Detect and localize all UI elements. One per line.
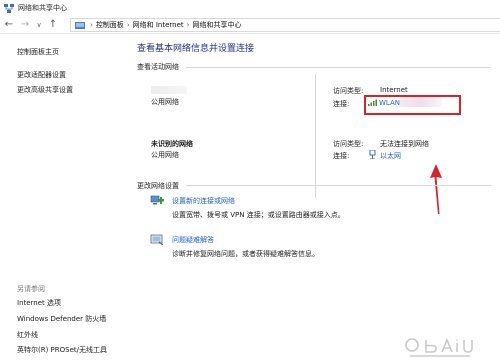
sidebar-link-control-panel-home[interactable]: 控制面板主页 bbox=[17, 47, 59, 57]
access-type-value: Internet bbox=[380, 86, 408, 94]
access-type-value: 无法连接到网络 bbox=[380, 140, 429, 148]
setup-new-connection-desc: 设置宽带、拨号或 VPN 连接；或设置路由器或接入点。 bbox=[172, 211, 345, 219]
troubleshoot-link[interactable]: 问题疑难解答 bbox=[172, 235, 214, 245]
annotation-arrow-icon bbox=[430, 164, 442, 214]
breadcrumb-separator-icon: › bbox=[126, 21, 130, 29]
sidebar: 控制面板主页 更改适配器设置 更改高级共享设置 另请参阅 Internet 选项… bbox=[0, 34, 128, 363]
address-bar: ← → ∨ ↑ › 控制面板 › 网络和 Internet › 网络和共享中心 bbox=[0, 16, 500, 34]
redacted-network-name bbox=[151, 86, 187, 94]
troubleshoot-icon bbox=[150, 234, 164, 245]
active-networks-label: 查看活动网络 bbox=[137, 63, 179, 71]
access-type-label: 访问类型: bbox=[333, 87, 364, 95]
troubleshoot-desc: 诊断并修复网络问题，或者获得疑难解答信息。 bbox=[172, 250, 319, 258]
breadcrumb-network-internet[interactable]: 网络和 Internet bbox=[133, 20, 184, 30]
divider bbox=[186, 185, 491, 186]
change-settings-label: 更改网络设置 bbox=[137, 182, 179, 190]
breadcrumb-control-panel[interactable]: 控制面板 bbox=[96, 20, 124, 30]
up-button[interactable]: ↑ bbox=[46, 18, 60, 32]
forward-button[interactable]: → bbox=[18, 18, 32, 32]
network-type: 公用网络 bbox=[151, 98, 179, 106]
connection-label: 连接: bbox=[333, 152, 350, 160]
network-name-unidentified: 未识别的网络 bbox=[151, 140, 193, 148]
arrow-up-icon: ↑ bbox=[48, 19, 58, 30]
connection-label: 连接: bbox=[333, 100, 350, 108]
sidebar-link-advanced-sharing[interactable]: 更改高级共享设置 bbox=[17, 85, 73, 95]
ethernet-icon bbox=[369, 150, 376, 159]
network-type: 公用网络 bbox=[151, 151, 179, 159]
arrow-left-icon: ← bbox=[4, 19, 14, 30]
sidebar-link-defender-firewall[interactable]: Windows Defender 防火墙 bbox=[17, 314, 106, 324]
ethernet-connection-link[interactable]: 以太网 bbox=[380, 151, 401, 161]
baidu-jingyan-watermark-logo bbox=[405, 337, 473, 357]
recent-locations-button[interactable]: ∨ bbox=[34, 18, 44, 32]
main-content: 查看基本网络信息并设置连接 查看活动网络 公用网络 访问类型: Internet… bbox=[128, 34, 500, 363]
breadcrumb-separator-icon: › bbox=[90, 21, 93, 29]
back-button[interactable]: ← bbox=[2, 18, 16, 32]
sidebar-link-infrared[interactable]: 红外线 bbox=[17, 330, 38, 340]
breadcrumb-separator-icon: › bbox=[186, 21, 190, 29]
page-title: 查看基本网络信息并设置连接 bbox=[137, 44, 255, 54]
window-title: 网络和共享中心 bbox=[18, 4, 67, 12]
sidebar-link-proset-wireless[interactable]: 英特尔(R) PROSet/无线工具 bbox=[17, 345, 107, 355]
access-type-label: 访问类型: bbox=[333, 140, 364, 148]
sidebar-link-adapter-settings[interactable]: 更改适配器设置 bbox=[17, 70, 66, 80]
arrow-right-icon: → bbox=[20, 19, 30, 30]
setup-new-connection-link[interactable]: 设置新的连接或网络 bbox=[172, 196, 235, 206]
new-connection-icon bbox=[150, 195, 164, 205]
breadcrumb[interactable]: › 控制面板 › 网络和 Internet › 网络和共享中心 bbox=[70, 18, 500, 32]
chevron-down-icon: ∨ bbox=[36, 20, 42, 29]
network-center-icon bbox=[4, 3, 14, 13]
sidebar-link-internet-options[interactable]: Internet 选项 bbox=[17, 298, 61, 308]
divider bbox=[186, 67, 491, 68]
see-also-heading: 另请参阅 bbox=[17, 285, 45, 293]
control-panel-icon bbox=[75, 22, 85, 29]
annotation-highlight-box bbox=[364, 95, 461, 115]
divider bbox=[315, 74, 316, 198]
title-bar: 网络和共享中心 bbox=[0, 0, 500, 16]
breadcrumb-network-sharing-center[interactable]: 网络和共享中心 bbox=[192, 20, 241, 30]
